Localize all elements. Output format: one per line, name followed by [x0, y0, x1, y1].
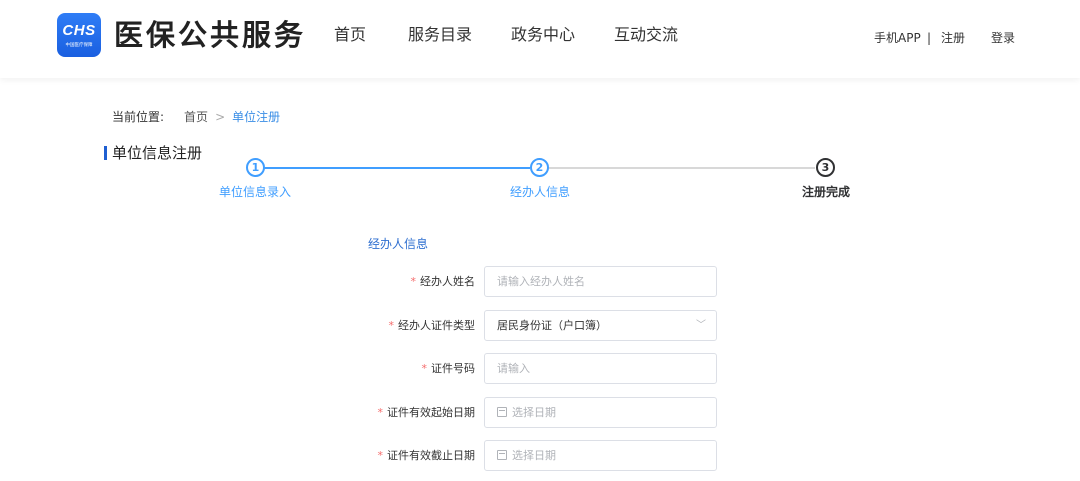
chevron-down-icon: ﹀ [696, 320, 706, 331]
top-header: CHS 中国医疗保障 医保公共服务 首页 服务目录 政务中心 互动交流 手机AP… [0, 0, 1080, 78]
step-1-label: 单位信息录入 [218, 185, 292, 199]
required-mark: * [377, 406, 384, 419]
id-type-selected-value: 居民身份证（户口簿） [497, 319, 607, 332]
valid-start-date-picker[interactable]: 选择日期 [484, 397, 717, 428]
valid-start-date-label: * 证件有效起始日期 [378, 405, 476, 421]
handler-name-label-text: 经办人姓名 [420, 275, 475, 288]
site-title: 医保公共服务 [114, 18, 307, 52]
id-number-label-text: 证件号码 [431, 362, 475, 375]
step-3-icon: 3 [816, 158, 835, 177]
required-mark: * [388, 319, 395, 332]
required-mark: * [377, 449, 384, 462]
handler-name-label: * 经办人姓名 [411, 274, 476, 290]
nav-government-center[interactable]: 政务中心 [511, 24, 575, 46]
breadcrumb: 当前位置: 首页 > 单位注册 [112, 109, 280, 125]
handler-name-placeholder: 请输入经办人姓名 [497, 275, 585, 288]
handler-name-input[interactable]: 请输入经办人姓名 [484, 266, 717, 297]
id-number-label: * 证件号码 [422, 361, 476, 377]
step-line-pending [548, 167, 815, 169]
id-type-label-text: 经办人证件类型 [398, 319, 475, 332]
breadcrumb-label: 当前位置: [112, 110, 165, 124]
calendar-icon [497, 450, 507, 460]
login-link[interactable]: 登录 [991, 30, 1015, 46]
step-2-label: 经办人信息 [509, 185, 571, 199]
step-line-completed [264, 167, 530, 169]
end-date-placeholder: 选择日期 [512, 449, 556, 462]
id-type-select[interactable]: 居民身份证（户口簿） ﹀ [484, 310, 717, 341]
id-number-placeholder: 请输入 [497, 362, 530, 375]
required-mark: * [421, 362, 428, 375]
valid-end-date-label-text: 证件有效截止日期 [387, 449, 475, 462]
breadcrumb-arrow-icon: > [215, 110, 226, 124]
step-2-icon: 2 [530, 158, 549, 177]
page-title: 单位信息注册 [104, 143, 202, 163]
breadcrumb-current: 单位注册 [232, 110, 281, 124]
id-type-label: * 经办人证件类型 [389, 318, 476, 334]
register-link[interactable]: 注册 [941, 30, 965, 46]
breadcrumb-home[interactable]: 首页 [184, 110, 208, 124]
id-number-input[interactable]: 请输入 [484, 353, 717, 384]
required-mark: * [410, 275, 417, 288]
form-heading: 经办人信息 [368, 237, 429, 251]
valid-end-date-picker[interactable]: 选择日期 [484, 440, 717, 471]
link-separator: | [927, 31, 932, 45]
nav-home[interactable]: 首页 [334, 24, 366, 46]
calendar-icon [497, 407, 507, 417]
nav-interaction[interactable]: 互动交流 [614, 24, 678, 46]
start-date-placeholder: 选择日期 [512, 406, 556, 419]
nav-service-catalog[interactable]: 服务目录 [408, 24, 472, 46]
valid-start-date-label-text: 证件有效起始日期 [387, 406, 475, 419]
valid-end-date-label: * 证件有效截止日期 [378, 448, 476, 464]
step-1-icon: 1 [246, 158, 265, 177]
logo-text: CHS [62, 22, 96, 39]
chs-logo[interactable]: CHS 中国医疗保障 [57, 13, 101, 57]
logo-subtext: 中国医疗保障 [65, 42, 93, 48]
mobile-app-link[interactable]: 手机APP [874, 30, 921, 46]
step-3-label: 注册完成 [801, 185, 851, 199]
